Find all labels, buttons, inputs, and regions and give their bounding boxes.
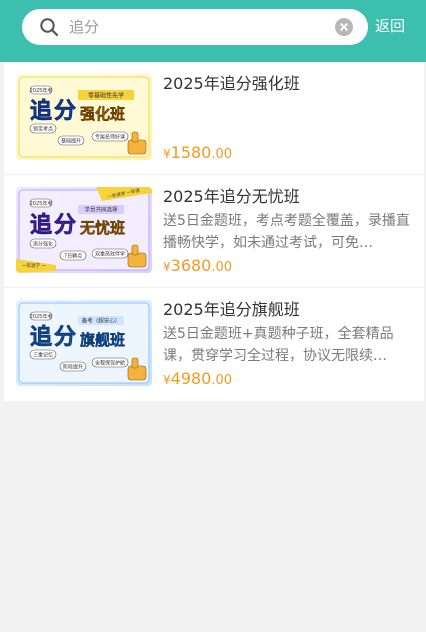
course-item[interactable]: 2025年考 零基础性先学 追 分 强化班 锁定考点 基础提升 专属名师好课 2… <box>4 62 424 175</box>
course-cover-image: 一年退学 一年退 一年退学 一 2025年考 学员共同选择 追 分 无忧班 追分… <box>16 187 152 273</box>
course-thumbnail[interactable]: 一年退学 一年退 一年退学 一 2025年考 学员共同选择 追 分 无忧班 追分… <box>16 187 152 273</box>
svg-text:备考（超安心）: 备考（超安心） <box>82 317 121 325</box>
svg-text:2025年考: 2025年考 <box>30 200 53 207</box>
svg-text:全程保驾护航: 全程保驾护航 <box>95 360 125 367</box>
svg-text:分: 分 <box>54 99 76 124</box>
course-title[interactable]: 2025年追分强化班 <box>163 73 300 95</box>
course-price: ¥3680.00 <box>163 256 233 275</box>
header-bar: 追分 返回 <box>0 0 426 62</box>
course-thumbnail[interactable]: 2025年考 零基础性先学 追 分 强化班 锁定考点 基础提升 专属名师好课 <box>16 74 152 160</box>
course-title[interactable]: 2025年追分旗舰班 <box>163 299 300 321</box>
svg-text:追: 追 <box>30 98 52 124</box>
course-title[interactable]: 2025年追分无忧班 <box>163 186 300 208</box>
svg-text:专属名师好课: 专属名师好课 <box>95 134 125 141</box>
search-icon <box>40 18 59 37</box>
course-list: 2025年考 零基础性先学 追 分 强化班 锁定考点 基础提升 专属名师好课 2… <box>4 62 424 401</box>
course-item[interactable]: 一年退学 一年退 一年退学 一 2025年考 学员共同选择 追 分 无忧班 追分… <box>4 175 424 288</box>
svg-text:基础提升: 基础提升 <box>61 138 81 145</box>
svg-text:2025年考: 2025年考 <box>30 313 53 320</box>
svg-text:无忧班: 无忧班 <box>79 219 125 237</box>
svg-text:分: 分 <box>54 213 76 238</box>
back-button[interactable]: 返回 <box>375 16 405 36</box>
svg-text:分: 分 <box>54 325 76 350</box>
svg-text:三重记忆: 三重记忆 <box>33 352 53 359</box>
svg-text:追: 追 <box>30 212 52 238</box>
clear-icon[interactable] <box>335 18 353 36</box>
search-input[interactable]: 追分 <box>22 9 368 45</box>
svg-text:追分强化: 追分强化 <box>33 241 53 248</box>
svg-text:7日精点: 7日精点 <box>64 253 82 260</box>
svg-text:双重高效伴学: 双重高效伴学 <box>95 251 125 258</box>
svg-text:阶段提升: 阶段提升 <box>63 364 83 371</box>
svg-text:强化班: 强化班 <box>80 105 125 123</box>
course-item[interactable]: 2025年考 备考（超安心） 追 分 旗舰班 三重记忆 阶段提升 全程保驾护航 … <box>4 288 424 401</box>
svg-text:旗舰班: 旗舰班 <box>80 331 125 349</box>
svg-text:追: 追 <box>30 324 52 350</box>
course-price: ¥1580.00 <box>163 143 233 162</box>
svg-text:学员共同选择: 学员共同选择 <box>84 206 118 214</box>
search-query-text[interactable]: 追分 <box>69 17 99 37</box>
course-thumbnail[interactable]: 2025年考 备考（超安心） 追 分 旗舰班 三重记忆 阶段提升 全程保驾护航 <box>16 300 152 386</box>
thumb-badge: 2025年考 <box>30 87 53 94</box>
course-description: 送5日金题班+真题种子班，全套精品课，贯穿学习全过程，协议无限续… <box>163 326 394 364</box>
svg-text:零基础性先学: 零基础性先学 <box>88 92 124 100</box>
svg-text:锁定考点: 锁定考点 <box>33 126 53 133</box>
course-description: 送5日金题班，考点考题全覆盖，录播直播畅快学，如未通过考试，可免… <box>163 213 410 251</box>
course-cover-image: 2025年考 零基础性先学 追 分 强化班 锁定考点 基础提升 专属名师好课 <box>16 74 152 160</box>
svg-text:一年退学 一: 一年退学 一 <box>22 262 46 269</box>
course-cover-image: 2025年考 备考（超安心） 追 分 旗舰班 三重记忆 阶段提升 全程保驾护航 <box>16 300 152 386</box>
course-price: ¥4980.00 <box>163 369 233 388</box>
